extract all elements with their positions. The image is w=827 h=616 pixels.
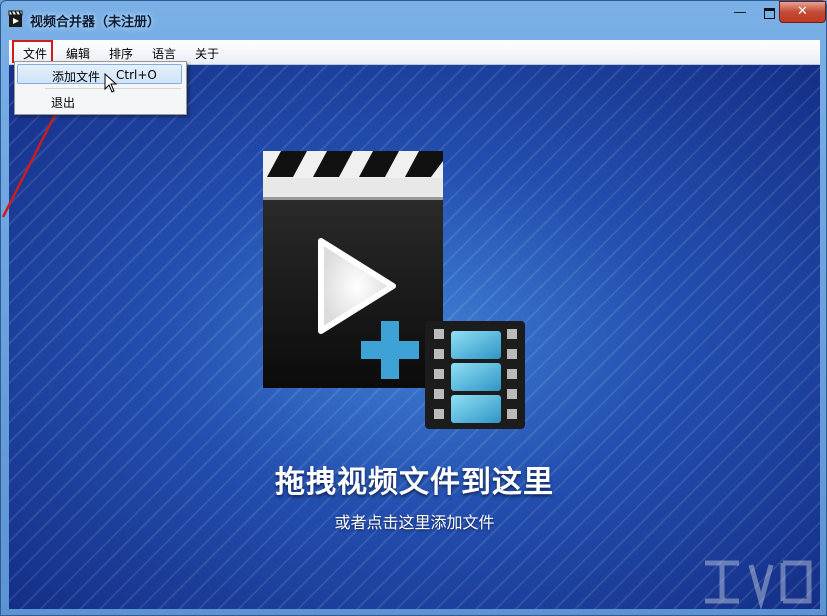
minimize-button[interactable]: — — [727, 3, 753, 23]
menu-exit[interactable]: 退出 — [17, 91, 182, 111]
menu-exit-label: 退出 — [51, 96, 76, 110]
menu-add-file-label: 添加文件 — [52, 70, 101, 84]
clapperboard-add-video-icon — [263, 151, 525, 429]
menu-add-file[interactable]: 添加文件 Ctrl+O — [17, 64, 182, 84]
drop-zone[interactable]: 拖拽视频文件到这里 或者点击这里添加文件 — [9, 65, 820, 609]
menu-file[interactable]: 文件 — [23, 45, 47, 62]
maximize-icon — [764, 8, 775, 19]
drop-title: 拖拽视频文件到这里 — [275, 465, 554, 500]
close-icon: ✕ — [797, 4, 808, 19]
menu-edit[interactable]: 编辑 — [66, 45, 90, 62]
file-menu-dropdown: 添加文件 Ctrl+O 退出 — [14, 61, 187, 115]
app-window: 视频合并器（未注册） — ✕ 文件 编辑 排序 语言 关于 拖拽视频文件到这里 … — [0, 0, 827, 616]
title-bar[interactable]: 视频合并器（未注册） — ✕ — [1, 1, 826, 39]
minimize-icon: — — [733, 5, 747, 20]
watermark-logo — [705, 560, 812, 609]
app-icon — [8, 10, 23, 27]
menu-language[interactable]: 语言 — [152, 45, 176, 62]
window-title: 视频合并器（未注册） — [30, 15, 161, 30]
menu-about[interactable]: 关于 — [195, 45, 219, 62]
maximize-button[interactable] — [753, 3, 779, 23]
menu-sort[interactable]: 排序 — [109, 45, 133, 62]
add-files-link[interactable]: 或者点击这里添加文件 — [9, 509, 820, 533]
mouse-cursor-icon — [104, 73, 118, 93]
close-button[interactable]: ✕ — [779, 1, 826, 23]
menu-add-file-shortcut: Ctrl+O — [116, 68, 157, 82]
